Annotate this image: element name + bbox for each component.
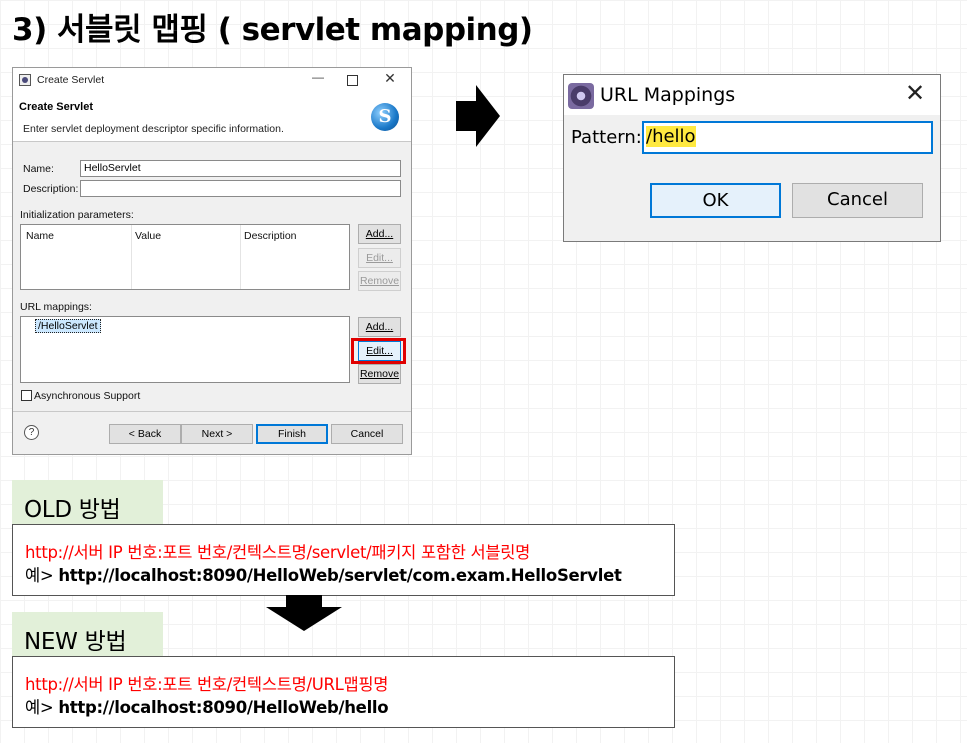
footer-divider — [13, 411, 411, 412]
pattern-input[interactable]: /hello — [642, 121, 933, 154]
window-title: Create Servlet — [37, 74, 105, 86]
slide-title: 3) 서블릿 맵핑 ( servlet mapping) — [12, 12, 533, 48]
pattern-value: /hello — [646, 126, 696, 147]
pattern-label: Pattern: — [571, 127, 642, 148]
old-example-url: http://localhost:8090/HelloWeb/servlet/c… — [58, 566, 622, 585]
new-url-format: http://서버 IP 번호:포트 번호/컨텍스트명/URL맵핑명 — [25, 675, 389, 694]
old-url-format: http://서버 IP 번호:포트 번호/컨텍스트명/servlet/패키지 … — [25, 543, 531, 562]
new-url-example: 예> http://localhost:8090/HelloWeb/hello — [25, 694, 389, 718]
window-title: URL Mappings — [600, 84, 736, 106]
new-example-url: http://localhost:8090/HelloWeb/hello — [58, 698, 389, 717]
old-method-tab: OLD 방법 — [12, 480, 163, 524]
description-label: Description: — [23, 183, 79, 195]
create-servlet-dialog: Create Servlet — ✕ Create Servlet Enter … — [12, 67, 412, 455]
column-header-value[interactable]: Value — [135, 230, 161, 242]
async-support-label: Asynchronous Support — [34, 390, 141, 402]
init-params-table[interactable]: Name Value Description — [20, 224, 350, 290]
old-url-example: 예> http://localhost:8090/HelloWeb/servle… — [25, 562, 622, 586]
eclipse-app-icon — [568, 83, 594, 109]
column-header-name[interactable]: Name — [26, 230, 54, 242]
eclipse-app-icon — [19, 74, 31, 86]
minimize-icon[interactable]: — — [309, 70, 327, 88]
close-icon[interactable]: ✕ — [902, 79, 928, 109]
init-params-remove-button[interactable]: Remove — [358, 271, 401, 291]
url-mappings-remove-button[interactable]: Remove — [358, 364, 401, 384]
url-mapping-list-item[interactable]: /HelloServlet — [35, 319, 101, 333]
description-field[interactable] — [80, 180, 401, 197]
new-method-tab: NEW 방법 — [12, 612, 163, 656]
column-divider — [131, 225, 132, 289]
help-icon[interactable]: ? — [24, 425, 39, 440]
cancel-button[interactable]: Cancel — [331, 424, 403, 444]
new-method-box: http://서버 IP 번호:포트 번호/컨텍스트명/URL맵핑명 예> ht… — [12, 656, 675, 728]
wizard-description: Enter servlet deployment descriptor spec… — [23, 123, 284, 135]
init-params-label: Initialization parameters: — [20, 209, 134, 221]
maximize-icon[interactable] — [343, 71, 361, 89]
async-support-checkbox[interactable] — [21, 390, 32, 401]
next-button[interactable]: Next > — [181, 424, 253, 444]
url-mappings-add-button[interactable]: Add... — [358, 317, 401, 337]
name-field[interactable]: HelloServlet — [80, 160, 401, 177]
dialog-titlebar[interactable]: URL Mappings ✕ — [564, 75, 940, 115]
example-prefix: 예> — [25, 566, 59, 585]
down-arrow-icon — [266, 595, 342, 631]
url-mappings-dialog: URL Mappings ✕ Pattern: /hello OK Cancel — [563, 74, 941, 242]
close-icon[interactable]: ✕ — [381, 70, 399, 88]
back-button[interactable]: < Back — [109, 424, 181, 444]
column-divider — [240, 225, 241, 289]
column-header-description[interactable]: Description — [244, 230, 297, 242]
ok-button[interactable]: OK — [650, 183, 781, 218]
wizard-title: Create Servlet — [19, 101, 93, 113]
right-arrow-icon — [456, 85, 500, 147]
finish-button[interactable]: Finish — [256, 424, 328, 444]
name-label: Name: — [23, 163, 54, 175]
cancel-button[interactable]: Cancel — [792, 183, 923, 218]
wizard-header: Create Servlet Enter servlet deployment … — [13, 92, 411, 142]
dialog-titlebar[interactable]: Create Servlet — ✕ — [13, 68, 411, 92]
url-mappings-label: URL mappings: — [20, 301, 92, 313]
old-method-box: http://서버 IP 번호:포트 번호/컨텍스트명/servlet/패키지 … — [12, 524, 675, 596]
servlet-logo-icon: S — [371, 103, 399, 131]
init-params-add-button[interactable]: Add... — [358, 224, 401, 244]
example-prefix: 예> — [25, 698, 59, 717]
init-params-edit-button[interactable]: Edit... — [358, 248, 401, 268]
edit-button-highlight — [351, 338, 406, 364]
